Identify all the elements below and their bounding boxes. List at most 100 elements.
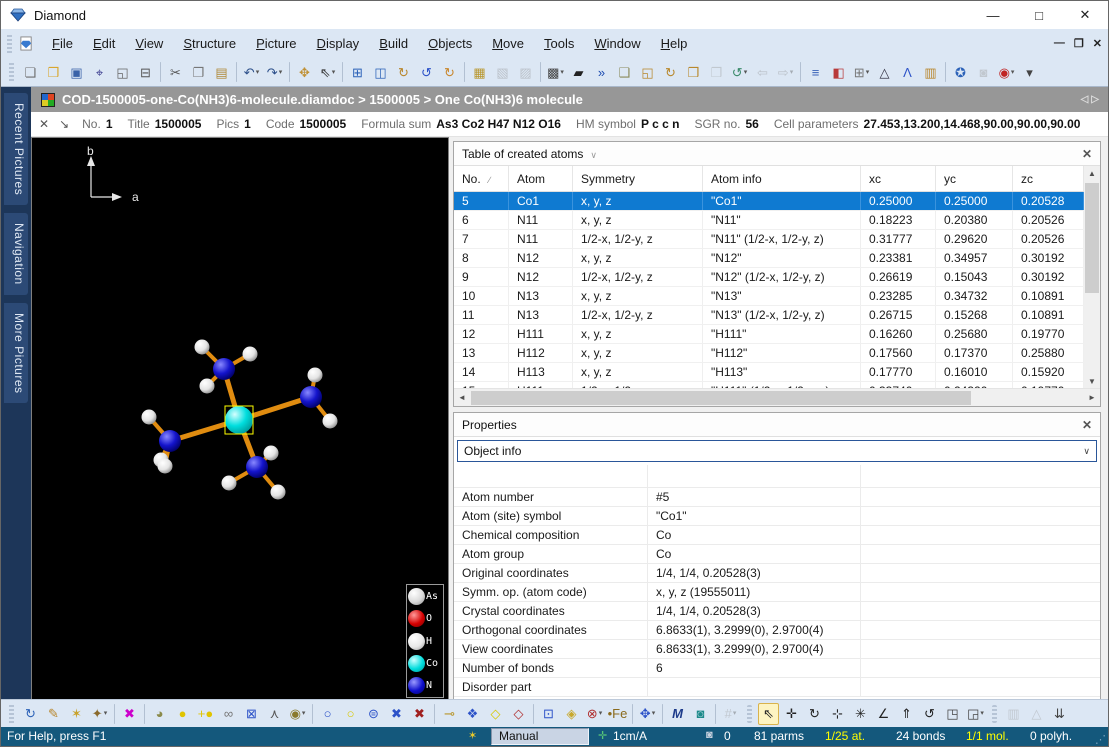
column-header-symmetry[interactable]: Symmetry (573, 166, 703, 191)
network-diamonds-button[interactable]: ❖▾ (462, 703, 483, 725)
toolbar-grip[interactable] (9, 63, 14, 81)
previous-view-button[interactable]: ⇦▾ (752, 61, 773, 83)
table-row[interactable]: 12 H111 x, y, z "H111" 0.16260 0.25680 0… (454, 325, 1084, 344)
table-grid-button[interactable]: ▩▾ (545, 61, 566, 83)
menu-item[interactable]: Edit (83, 30, 125, 58)
horizontal-scroll-thumb[interactable] (471, 391, 971, 405)
toolbar-button[interactable]: ▾ (715, 704, 716, 724)
vertical-scroll-thumb[interactable] (1085, 183, 1099, 293)
column-header-no[interactable]: No.∕ (454, 166, 509, 191)
add-atoms-button[interactable]: +●▾ (195, 703, 216, 725)
bottom-toolbar-grip[interactable] (9, 705, 14, 723)
column-header-xc[interactable]: xc (861, 166, 936, 191)
atoms-table-close-icon[interactable]: ✕ (1082, 147, 1092, 161)
properties-close-icon[interactable]: ✕ (1082, 418, 1092, 432)
menu-item[interactable]: File (42, 30, 83, 58)
structure-3d-view[interactable]: b a AsOHCoN (31, 137, 449, 701)
column-header-zc[interactable]: zc (1013, 166, 1084, 191)
atom-design-button[interactable]: ●▾ (172, 703, 193, 725)
connect-atoms-button[interactable]: ∞▾ (218, 703, 239, 725)
projection-1-button[interactable]: ◳▾ (942, 703, 963, 725)
menu-item[interactable]: View (125, 30, 173, 58)
scroll-left-icon[interactable]: ◄ (454, 390, 470, 406)
toolbar-button[interactable]: ▾ (289, 62, 290, 82)
atom-N[interactable] (246, 456, 268, 478)
atom-H[interactable] (222, 476, 237, 491)
legend-item-as[interactable]: As (407, 585, 443, 607)
maximize-button[interactable]: □ (1016, 1, 1062, 29)
info-close-icon[interactable]: ✕ (39, 117, 49, 131)
search-rings-blue-button[interactable]: ○▾ (317, 703, 338, 725)
table-row[interactable]: 8 N12 x, y, z "N12" 0.23381 0.34957 0.30… (454, 249, 1084, 268)
toolbar-options-button[interactable]: ▾▾ (1019, 61, 1040, 83)
picture-history-button[interactable]: ↺▾ (729, 61, 750, 83)
table-export-button[interactable]: ▨▾ (515, 61, 536, 83)
move-mode-button[interactable]: ✛▾ (781, 703, 802, 725)
next-picture-button[interactable]: »▾ (591, 61, 612, 83)
screenshot-button[interactable]: ◙▾ (973, 61, 994, 83)
redo-button[interactable]: ↷▾ (264, 61, 285, 83)
table-row[interactable]: 5 Co1 x, y, z "Co1" 0.25000 0.25000 0.20… (454, 192, 1084, 211)
toolbar-button[interactable]: ▾ (800, 62, 801, 82)
scroll-right-icon[interactable]: ► (1084, 390, 1100, 406)
column-header-atom[interactable]: Atom (509, 166, 573, 191)
picture-comment-button[interactable]: ✎▾ (43, 703, 64, 725)
table-row[interactable]: 13 H112 x, y, z "H112" 0.17560 0.17370 0… (454, 344, 1084, 363)
info-goto-icon[interactable]: ↘ (59, 117, 69, 131)
rotate-picture-button[interactable]: ↻▾ (660, 61, 681, 83)
table-row[interactable]: 9 N12 1/2-x, 1/2-y, z "N12" (1/2-x, 1/2-… (454, 268, 1084, 287)
atom-H[interactable] (243, 347, 258, 362)
legend-item-n[interactable]: N (407, 675, 443, 697)
new-picture-button[interactable]: ❑▾ (614, 61, 635, 83)
zoom-mode-button[interactable]: ✳▾ (850, 703, 871, 725)
cut-button[interactable]: ✂▾ (165, 61, 186, 83)
table-row[interactable]: 7 N11 1/2-x, 1/2-y, z "N11" (1/2-x, 1/2-… (454, 230, 1084, 249)
remove-network-red-button[interactable]: ✖▾ (409, 703, 430, 725)
panel-menu-chevron-icon[interactable]: ∨ (590, 150, 597, 161)
print-preview-button[interactable]: ◱▾ (112, 61, 133, 83)
legend-item-h[interactable]: H (407, 630, 443, 652)
packing-button[interactable]: ⊜▾ (363, 703, 384, 725)
atom-Co[interactable] (225, 406, 253, 434)
menu-item[interactable]: Structure (173, 30, 246, 58)
fill-polyhedra-button[interactable]: ◈▾ (561, 703, 582, 725)
scroll-up-icon[interactable]: ▲ (1084, 166, 1100, 182)
toolbar-button[interactable]: ▾ (945, 62, 946, 82)
menu-item[interactable]: Move (482, 30, 534, 58)
video-button[interactable]: ◉▾ (996, 61, 1017, 83)
sidebar-tab-recent-pictures[interactable]: Recent Pictures (4, 93, 28, 205)
web-search-button[interactable]: ✪▾ (950, 61, 971, 83)
new-table-button[interactable]: ▦▾ (469, 61, 490, 83)
close-button[interactable]: ✕ (1062, 1, 1108, 29)
add-iron-atom-button[interactable]: •Fe▾ (607, 703, 628, 725)
select-tool-button[interactable]: ⇖▾ (317, 61, 338, 83)
picture-gallery-button[interactable]: ❒▾ (706, 61, 727, 83)
mode-selector[interactable]: Manual (491, 728, 589, 745)
atom-N[interactable] (300, 386, 322, 408)
toolbar-button[interactable]: ▾ (342, 62, 343, 82)
distance-histogram-button[interactable]: △▾ (874, 61, 895, 83)
destroy-all-button[interactable]: ✖▾ (119, 703, 140, 725)
builder-wizard-button[interactable]: ✶▾ (66, 703, 87, 725)
menu-item[interactable]: Picture (246, 30, 306, 58)
toolbar-button[interactable]: ▾ (632, 704, 633, 724)
remove-network-blue-button[interactable]: ✖▾ (386, 703, 407, 725)
copy-picture-button[interactable]: ◱▾ (637, 61, 658, 83)
toolbar-button[interactable]: ▾ (662, 704, 663, 724)
atom-H[interactable] (195, 340, 210, 355)
table-import-button[interactable]: ▧▾ (492, 61, 513, 83)
table-vertical-scrollbar[interactable]: ▲ ▼ (1084, 166, 1100, 390)
menu-item[interactable]: Build (369, 30, 418, 58)
projection-2-button[interactable]: ◲▾ (965, 703, 986, 725)
build-molecules-button[interactable]: ⋏▾ (264, 703, 285, 725)
data-brief-button[interactable]: ↻▾ (393, 61, 414, 83)
next-view-button[interactable]: ⇨▾ (775, 61, 796, 83)
new-document-button[interactable]: ❏▾ (20, 61, 41, 83)
create-bond-button[interactable]: ⊸▾ (439, 703, 460, 725)
sidebar-tab-navigation[interactable]: Navigation (4, 213, 28, 295)
builder-tools-button[interactable]: ✦▾ (89, 703, 110, 725)
viewport-button[interactable]: ✥▾ (637, 703, 658, 725)
angle-mode-button[interactable]: ∠▾ (873, 703, 894, 725)
refresh-button[interactable]: ↻▾ (439, 61, 460, 83)
atom-N[interactable] (159, 430, 181, 452)
